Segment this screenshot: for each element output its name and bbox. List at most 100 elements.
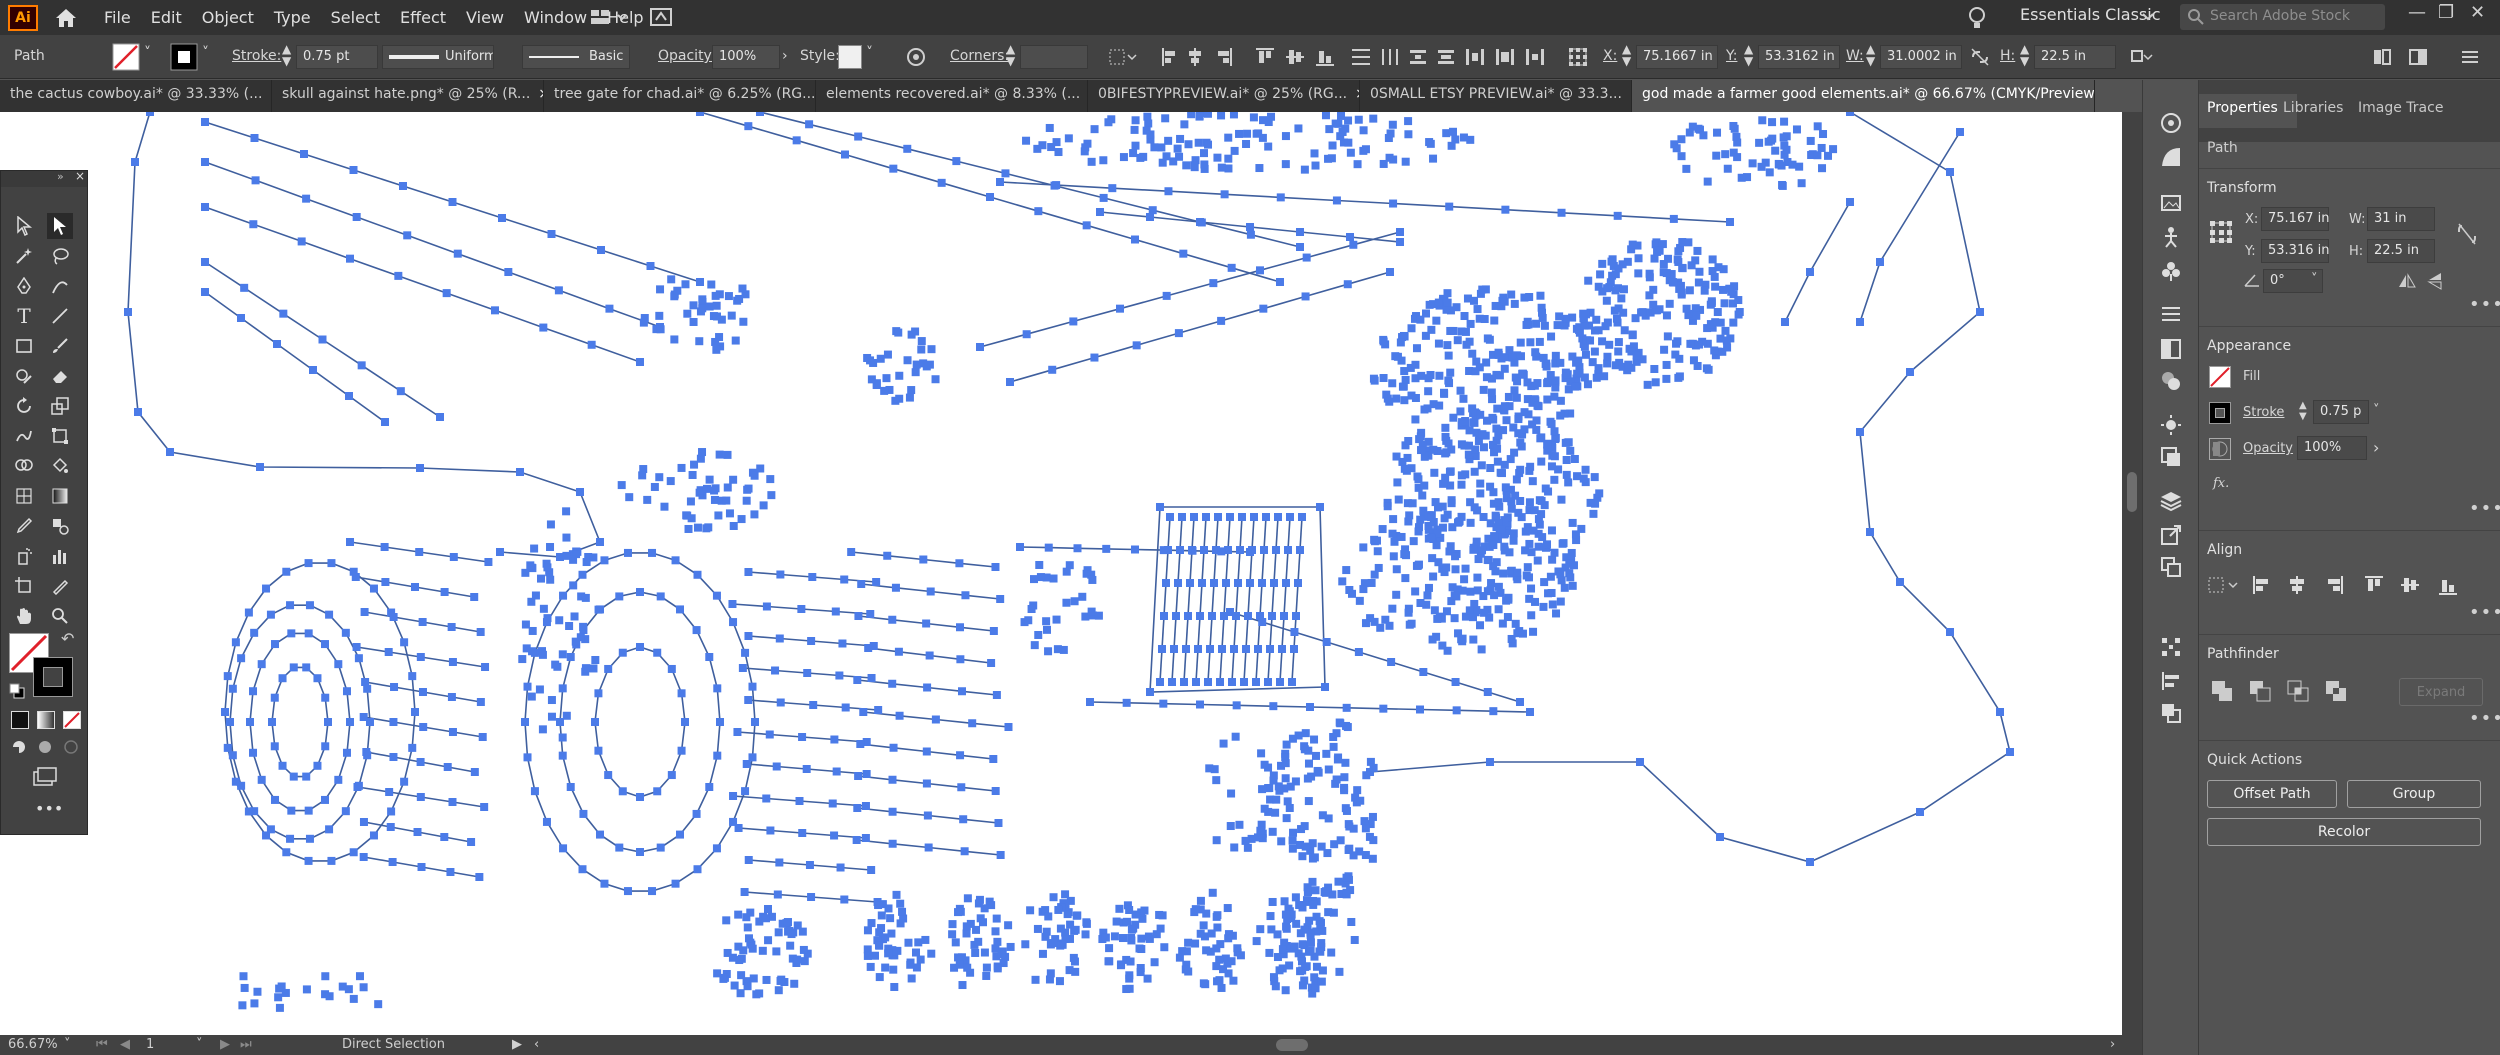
rotate-tool-icon[interactable] xyxy=(11,393,37,419)
pathfinder-unite-icon[interactable] xyxy=(2211,680,2233,702)
align-left-panel-icon[interactable] xyxy=(2160,670,2182,692)
none-mode-icon[interactable] xyxy=(63,711,81,729)
eyedropper-tool-icon[interactable] xyxy=(11,513,37,539)
color-wheel-icon[interactable] xyxy=(2160,112,2182,134)
first-artboard-icon[interactable]: ⏮ xyxy=(96,1037,108,1052)
scale-tool-icon[interactable] xyxy=(47,393,73,419)
transform-options-icon[interactable] xyxy=(2130,47,2153,67)
effects-icon[interactable]: fx. xyxy=(2213,476,2229,491)
expand-button[interactable]: Expand xyxy=(2399,678,2483,706)
y-position-field[interactable]: 53.3162 in xyxy=(1758,45,1840,69)
stepper-icon[interactable]: ▲ ▼ xyxy=(1622,43,1631,67)
transparency-icon[interactable] xyxy=(2160,338,2182,360)
scrollbar-thumb[interactable] xyxy=(2127,472,2137,512)
color-mode-icon[interactable] xyxy=(11,711,29,729)
chevron-down-icon[interactable]: ˅ xyxy=(144,45,151,61)
blend-tool-icon[interactable] xyxy=(47,513,73,539)
draw-behind-icon[interactable] xyxy=(37,739,53,755)
symbols-icon[interactable] xyxy=(2160,260,2182,282)
x-label[interactable]: X: xyxy=(1603,48,1617,64)
menu-effect[interactable]: Effect xyxy=(400,8,446,27)
menu-type[interactable]: Type xyxy=(274,8,311,27)
stepper-icon[interactable]: ▲ ▼ xyxy=(2020,43,2029,67)
menu-window[interactable]: Window xyxy=(524,8,587,27)
warp-tool-icon[interactable] xyxy=(11,423,37,449)
opacity-icon[interactable] xyxy=(2209,438,2231,460)
tab-god-made-a-farmer[interactable]: god made a farmer good elements.ai* @ 66… xyxy=(1632,80,2095,112)
h-field[interactable]: 22.5 in xyxy=(2367,239,2435,263)
shape-builder-tool-icon[interactable] xyxy=(11,453,37,479)
stroke-label[interactable]: Stroke: xyxy=(232,48,281,64)
flip-horizontal-icon[interactable] xyxy=(2397,273,2417,289)
chevron-down-icon[interactable]: ˅ xyxy=(202,45,209,61)
tab-libraries[interactable]: Libraries xyxy=(2283,100,2343,116)
eraser-tool-icon[interactable] xyxy=(47,363,73,389)
export-icon[interactable] xyxy=(2160,524,2182,546)
pathfinder-intersect-icon[interactable] xyxy=(2287,680,2309,702)
align-panel-icon[interactable] xyxy=(2160,304,2182,326)
lightbulb-icon[interactable] xyxy=(1968,6,1986,30)
artboard-canvas[interactable] xyxy=(0,112,2122,1035)
chevron-right-icon[interactable]: › xyxy=(2373,438,2379,457)
restore-icon[interactable]: ❐ xyxy=(2438,2,2454,23)
x-position-field[interactable]: 75.1667 in xyxy=(1636,45,1718,69)
slice-tool-icon[interactable] xyxy=(47,573,73,599)
shaper-tool-icon[interactable] xyxy=(11,363,37,389)
chevron-right-icon[interactable]: › xyxy=(782,48,788,64)
stroke-label[interactable]: Stroke xyxy=(2243,405,2284,420)
chevron-down-icon[interactable]: ˅ xyxy=(2311,272,2318,287)
stroke-weight-field[interactable]: 0.75 pt xyxy=(296,45,378,69)
variable-width-profile[interactable]: Uniform xyxy=(382,45,494,69)
color-guide-icon[interactable] xyxy=(2160,146,2182,168)
pathfinder-panel-icon[interactable] xyxy=(2160,702,2182,724)
stroke-swatch[interactable] xyxy=(170,43,198,71)
graphic-style-swatch[interactable] xyxy=(838,45,862,69)
corners-label[interactable]: Corners: xyxy=(950,48,1009,64)
vertical-scrollbar[interactable] xyxy=(2122,112,2142,1035)
gradient-tool-icon[interactable] xyxy=(47,483,73,509)
scroll-right-arrow[interactable]: › xyxy=(2110,1037,2115,1052)
x-field[interactable]: 75.167 in xyxy=(2261,207,2329,231)
stroke-swatch[interactable] xyxy=(2209,402,2231,424)
gradient-panel-icon[interactable] xyxy=(2160,370,2182,392)
last-artboard-icon[interactable]: ⏭ xyxy=(240,1037,252,1052)
align-to-selection-icon[interactable] xyxy=(2207,574,2241,596)
scroll-left-arrow[interactable]: ‹ xyxy=(534,1037,539,1052)
tab-image-trace[interactable]: Image Trace xyxy=(2358,100,2443,116)
graphic-styles-icon[interactable] xyxy=(2160,446,2182,468)
more-options-icon[interactable]: ••• xyxy=(2469,602,2500,623)
draw-inside-icon[interactable] xyxy=(63,739,79,755)
brush-definition[interactable]: Basic xyxy=(522,45,630,69)
more-options-icon[interactable]: ••• xyxy=(2469,708,2500,729)
selected-artwork-paths[interactable] xyxy=(0,112,2122,1035)
menu-view[interactable]: View xyxy=(466,8,504,27)
tab-tree-gate[interactable]: tree gate for chad.ai* @ 6.25% (RG...× xyxy=(544,80,816,112)
opacity-label[interactable]: Opacity: xyxy=(658,48,716,64)
status-menu-arrow[interactable]: ▶ xyxy=(512,1037,522,1052)
opacity-label[interactable]: Opacity xyxy=(2243,441,2293,456)
chevron-down-icon[interactable]: ˅ xyxy=(866,45,873,61)
corners-field[interactable] xyxy=(1020,45,1088,69)
zoom-level[interactable]: 66.67% xyxy=(8,1037,58,1052)
stepper-icon[interactable]: ▲ ▼ xyxy=(1006,43,1015,67)
menu-edit[interactable]: Edit xyxy=(151,8,182,27)
puppet-warp-icon[interactable] xyxy=(2160,226,2182,248)
flip-vertical-icon[interactable] xyxy=(2427,271,2443,291)
default-fill-stroke-icon[interactable] xyxy=(9,683,25,699)
artboard-number[interactable]: 1 xyxy=(146,1037,154,1052)
pathfinder-minus-front-icon[interactable] xyxy=(2249,680,2271,702)
transform-panel-icon[interactable] xyxy=(2160,636,2182,658)
next-artboard-icon[interactable]: ▶ xyxy=(220,1037,230,1052)
transform-reference-icon[interactable] xyxy=(1568,47,1588,67)
y-label[interactable]: Y: xyxy=(1726,48,1737,64)
tab-skull-against-hate[interactable]: skull against hate.png* @ 25% (R...× xyxy=(272,80,544,112)
symbol-sprayer-icon[interactable] xyxy=(11,543,37,569)
artboards-icon[interactable] xyxy=(2160,556,2182,578)
tab-elements-recovered[interactable]: elements recovered.ai* @ 8.33% (...× xyxy=(816,80,1088,112)
panel-menu-icon[interactable] xyxy=(2460,47,2480,67)
stepper-icon[interactable]: ▲ ▼ xyxy=(1866,43,1875,67)
reference-point-icon[interactable] xyxy=(2209,220,2233,244)
pathfinder-exclude-icon[interactable] xyxy=(2325,680,2347,702)
stroke-weight-field[interactable]: 0.75 p xyxy=(2313,400,2369,424)
tab-small-etsy-preview[interactable]: 0SMALL ETSY PREVIEW.ai* @ 33.3...× xyxy=(1360,80,1632,112)
